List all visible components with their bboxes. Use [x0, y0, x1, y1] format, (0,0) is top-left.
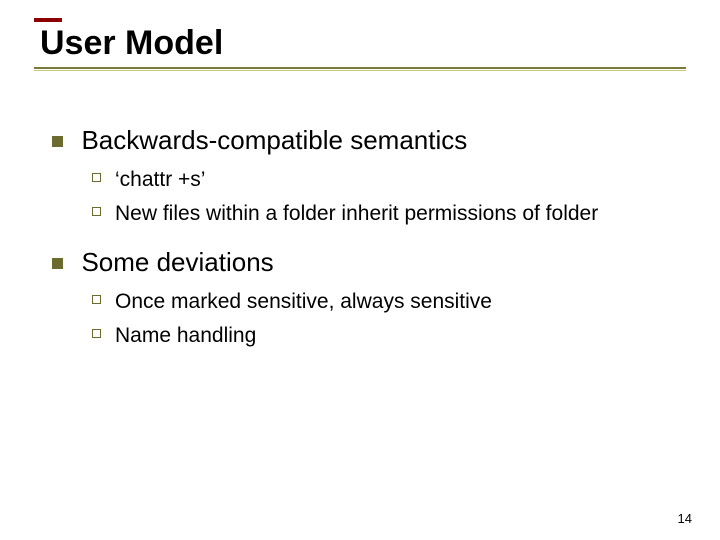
slide: User Model Backwards-compatible semantic… — [0, 0, 720, 540]
square-bullet-icon — [52, 136, 63, 147]
sub-list-item: New files within a folder inherit permis… — [92, 200, 686, 228]
sub-list: Once marked sensitive, always sensitive … — [52, 288, 686, 351]
sub-list-item-text: New files within a folder inherit permis… — [115, 200, 598, 228]
title-accent-tab — [34, 18, 62, 22]
sub-list-item: Name handling — [92, 322, 686, 350]
title-rule-outer — [34, 67, 686, 69]
sub-list-item-text: ‘chattr +s’ — [115, 166, 205, 194]
list-item-text: Backwards-compatible semantics — [81, 125, 467, 155]
bullet-list: Backwards-compatible semantics ‘chattr +… — [34, 125, 686, 350]
page-number: 14 — [678, 511, 692, 526]
slide-title: User Model — [34, 18, 686, 73]
content-area: Backwards-compatible semantics ‘chattr +… — [34, 99, 686, 350]
sub-list-item: ‘chattr +s’ — [92, 166, 686, 194]
open-square-bullet-icon — [92, 207, 101, 216]
sub-list: ‘chattr +s’ New files within a folder in… — [52, 166, 686, 229]
sub-list-item: Once marked sensitive, always sensitive — [92, 288, 686, 316]
open-square-bullet-icon — [92, 329, 101, 338]
list-item: Backwards-compatible semantics ‘chattr +… — [52, 125, 686, 229]
open-square-bullet-icon — [92, 295, 101, 304]
sub-list-item-text: Once marked sensitive, always sensitive — [115, 288, 492, 316]
title-block: User Model — [34, 18, 686, 71]
square-bullet-icon — [52, 258, 63, 269]
open-square-bullet-icon — [92, 173, 101, 182]
sub-list-item-text: Name handling — [115, 322, 256, 350]
title-rule-inner — [34, 70, 686, 71]
list-item: Some deviations Once marked sensitive, a… — [52, 247, 686, 351]
list-item-text: Some deviations — [81, 247, 273, 277]
